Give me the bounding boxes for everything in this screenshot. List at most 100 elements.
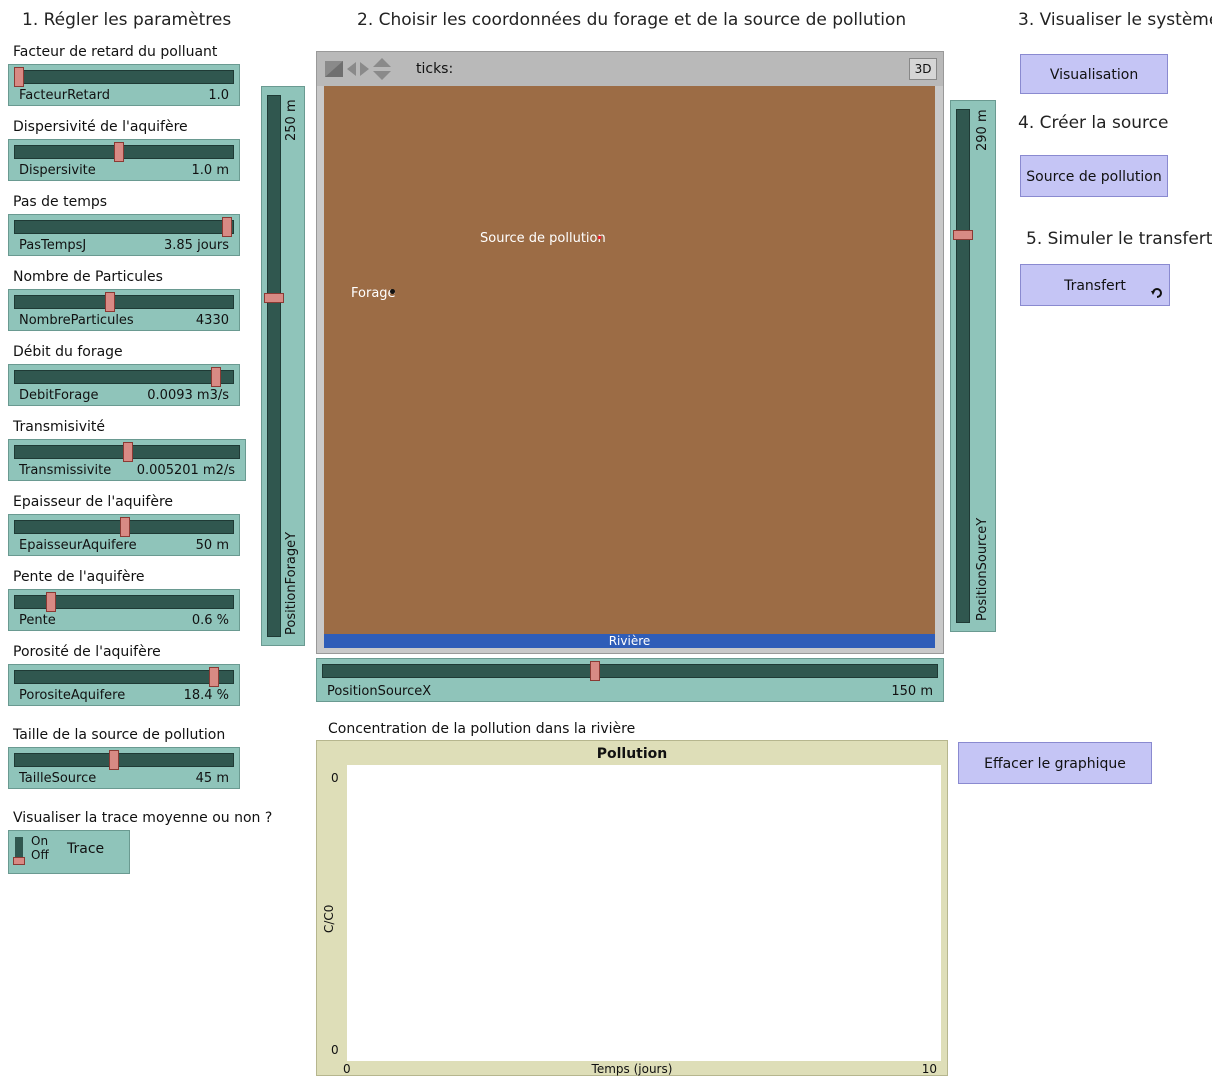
position-source-y-slider[interactable]: 290 m PositionSourceY bbox=[950, 100, 996, 632]
up-down-arrows-icon[interactable] bbox=[373, 58, 391, 80]
slider-knob[interactable] bbox=[14, 67, 24, 87]
position-source-x-track bbox=[322, 664, 938, 678]
trace-switch-name: Trace bbox=[67, 841, 105, 857]
source-label: Source de pollution bbox=[480, 231, 606, 246]
position-forage-y-knob[interactable] bbox=[264, 292, 284, 303]
slider-title-porositeaquifere: Porosité de l'aquifère bbox=[13, 644, 161, 660]
slider-variable-name: NombreParticules bbox=[19, 313, 134, 328]
ticks-label: ticks: bbox=[416, 61, 454, 77]
slider-nombreparticules[interactable]: NombreParticules 4330 bbox=[8, 289, 240, 331]
slider-variable-name: EpaisseurAquifere bbox=[19, 538, 137, 553]
source-marker bbox=[598, 236, 601, 239]
slider-value: 0.0093 m3/s bbox=[147, 388, 229, 403]
position-forage-y-name: PositionForageY bbox=[284, 531, 299, 635]
slider-track bbox=[14, 670, 234, 684]
source-pollution-button[interactable]: Source de pollution bbox=[1020, 155, 1168, 197]
forage-marker bbox=[390, 289, 395, 294]
transfert-button[interactable]: Transfert bbox=[1020, 264, 1170, 306]
resize-icon[interactable] bbox=[325, 61, 343, 77]
clear-plot-button[interactable]: Effacer le graphique bbox=[958, 742, 1152, 784]
slider-transmissivite[interactable]: Transmissivite 0.005201 m2/s bbox=[8, 439, 246, 481]
left-right-arrows-icon[interactable] bbox=[347, 61, 369, 77]
position-source-x-knob[interactable] bbox=[589, 661, 600, 681]
slider-dispersivite[interactable]: Dispersivite 1.0 m bbox=[8, 139, 240, 181]
slider-epaisseuraquifere[interactable]: EpaisseurAquifere 50 m bbox=[8, 514, 240, 556]
slider-title-pente: Pente de l'aquifère bbox=[13, 569, 145, 585]
position-forage-y-value: 250 m bbox=[284, 99, 299, 141]
slider-title-dispersivite: Dispersivité de l'aquifère bbox=[13, 119, 188, 135]
slider-title-epaisseuraquifere: Epaisseur de l'aquifère bbox=[13, 494, 174, 510]
slider-value: 3.85 jours bbox=[164, 238, 229, 253]
slider-title-transmissivite: Transmisivité bbox=[13, 419, 105, 435]
slider-variable-name: PorositeAquifere bbox=[19, 688, 126, 703]
slider-track bbox=[14, 295, 234, 309]
section-create-heading: 4. Créer la source bbox=[1018, 113, 1169, 133]
position-source-y-knob[interactable] bbox=[953, 230, 973, 241]
slider-value: 1.0 bbox=[208, 88, 229, 103]
slider-knob[interactable] bbox=[105, 292, 116, 312]
plot-ylabel: C/C0 bbox=[322, 904, 336, 933]
slider-debitforage[interactable]: DebitForage 0.0093 m3/s bbox=[8, 364, 240, 406]
slider-porositeaquifere[interactable]: PorositeAquifere 18.4 % bbox=[8, 664, 240, 706]
world-patches[interactable]: Source de pollution Forage Rivière bbox=[324, 86, 935, 648]
slider-variable-name: Pente bbox=[19, 613, 56, 628]
position-source-x-slider[interactable]: PositionSourceX 150 m bbox=[316, 658, 944, 702]
slider-knob[interactable] bbox=[109, 750, 120, 770]
slider-knob[interactable] bbox=[120, 517, 130, 537]
river: Rivière bbox=[324, 634, 935, 648]
slider-variable-name: Transmissivite bbox=[19, 463, 112, 478]
slider-taillesource[interactable]: TailleSource 45 m bbox=[8, 747, 240, 789]
plot-y-top-tick: 0 bbox=[331, 771, 339, 785]
three-d-button[interactable]: 3D bbox=[909, 58, 937, 80]
slider-variable-name: TailleSource bbox=[19, 771, 97, 786]
transfert-button-label: Transfert bbox=[1064, 278, 1126, 294]
position-source-x-name: PositionSourceX bbox=[327, 684, 432, 699]
section-coords-heading: 2. Choisir les coordonnées du forage et … bbox=[357, 10, 907, 30]
slider-title-pastempsj: Pas de temps bbox=[13, 194, 108, 210]
slider-knob[interactable] bbox=[209, 667, 220, 687]
slider-track bbox=[14, 753, 234, 767]
slider-value: 50 m bbox=[195, 538, 229, 553]
slider-variable-name: DebitForage bbox=[19, 388, 99, 403]
slider-title-debitforage: Débit du forage bbox=[13, 344, 123, 360]
slider-knob[interactable] bbox=[113, 142, 124, 162]
slider-variable-name: Dispersivite bbox=[19, 163, 96, 178]
trace-off-label: Off bbox=[31, 848, 49, 862]
slider-knob[interactable] bbox=[221, 217, 232, 237]
slider-knob[interactable] bbox=[211, 367, 222, 387]
plot-caption: Concentration de la pollution dans la ri… bbox=[328, 721, 636, 737]
section-visualize-heading: 3. Visualiser le système bbox=[1018, 10, 1212, 30]
trace-on-label: On bbox=[31, 834, 49, 848]
slider-title-taillesource: Taille de la source de pollution bbox=[13, 727, 226, 743]
slider-value: 0.005201 m2/s bbox=[136, 463, 235, 478]
world-view[interactable]: ticks: 3D Source de pollution Forage Riv… bbox=[316, 51, 944, 654]
slider-variable-name: FacteurRetard bbox=[19, 88, 110, 103]
position-source-x-value: 150 m bbox=[891, 684, 933, 699]
slider-track bbox=[14, 370, 234, 384]
slider-variable-name: PasTempsJ bbox=[19, 238, 87, 253]
slider-value: 18.4 % bbox=[183, 688, 229, 703]
section-simulate-heading: 5. Simuler le transfert bbox=[1026, 229, 1212, 249]
trace-switch[interactable]: On Off Trace bbox=[8, 830, 130, 874]
visualisation-button[interactable]: Visualisation bbox=[1020, 54, 1168, 94]
slider-title-facteurretard: Facteur de retard du polluant bbox=[13, 44, 218, 60]
slider-knob[interactable] bbox=[123, 442, 133, 462]
position-forage-y-slider[interactable]: 250 m PositionForageY bbox=[261, 86, 305, 646]
slider-value: 1.0 m bbox=[191, 163, 229, 178]
slider-pastempsj[interactable]: PasTempsJ 3.85 jours bbox=[8, 214, 240, 256]
slider-value: 0.6 % bbox=[191, 613, 229, 628]
slider-track bbox=[14, 70, 234, 84]
slider-pente[interactable]: Pente 0.6 % bbox=[8, 589, 240, 631]
section-params-heading: 1. Régler les paramètres bbox=[22, 10, 232, 30]
position-source-y-name: PositionSourceY bbox=[975, 517, 990, 621]
plot-xlabel: Temps (jours) bbox=[591, 1062, 673, 1076]
pollution-plot: Pollution 0 0 C/C0 0 Temps (jours) 10 bbox=[316, 740, 948, 1076]
plot-title: Pollution bbox=[596, 746, 668, 762]
slider-knob[interactable] bbox=[45, 592, 56, 612]
world-toolbar: ticks: 3D bbox=[317, 52, 943, 86]
slider-title-nombreparticules: Nombre de Particules bbox=[13, 269, 163, 285]
trace-switch-knob[interactable] bbox=[13, 857, 25, 865]
position-source-y-track bbox=[956, 109, 970, 623]
forever-loop-icon bbox=[1151, 288, 1162, 298]
slider-facteurretard[interactable]: FacteurRetard 1.0 bbox=[8, 64, 240, 106]
